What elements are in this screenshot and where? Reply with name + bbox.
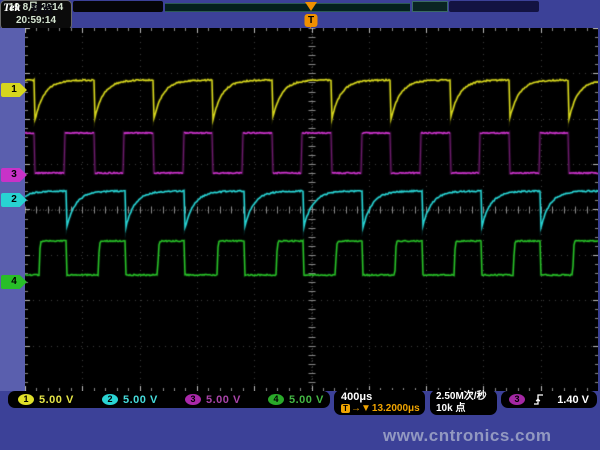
trigger-chip-icon: T <box>341 404 350 413</box>
readout-placeholder <box>73 1 163 12</box>
acquisition-readout[interactable]: 2.50M次/秒 10k 点 <box>430 390 497 415</box>
ch4-readout[interactable]: 4 5.00 V <box>268 393 324 406</box>
ch2-badge: 2 <box>102 394 118 405</box>
ch2-scale: 5.00 V <box>123 394 158 406</box>
ch3-readout[interactable]: 3 5.00 V <box>185 393 241 406</box>
acquisition-status: 预览 <box>31 1 53 17</box>
waveform-canvas <box>25 28 598 391</box>
horizontal-readout[interactable]: 400μs T →▼ 13.2000μs <box>334 390 425 415</box>
record-length: 10k 点 <box>436 403 497 415</box>
top-status-bar: Tek 预览 <box>0 0 600 28</box>
delay-value: 13.2000μs <box>372 403 420 414</box>
readout-placeholder <box>165 3 410 12</box>
ch1-scale: 5.00 V <box>39 394 74 406</box>
oscilloscope-screen: Tek 预览 T 1 3 2 4 1 5.00 V 2 5.00 V 3 5.0… <box>0 0 600 450</box>
ch1-badge: 1 <box>18 394 34 405</box>
trigger-t-marker[interactable]: T <box>305 14 318 27</box>
ch3-badge: 3 <box>185 394 201 405</box>
ch4-scale: 5.00 V <box>289 394 324 406</box>
trigger-level: 1.40 V <box>557 394 589 406</box>
readout-placeholder <box>412 1 448 12</box>
ch2-readout[interactable]: 2 5.00 V <box>102 393 158 406</box>
ch3-scale: 5.00 V <box>206 394 241 406</box>
sample-rate: 2.50M次/秒 <box>436 391 497 403</box>
rising-edge-icon <box>533 393 544 406</box>
left-margin <box>0 28 25 391</box>
time-per-div: 400μs <box>341 391 425 403</box>
channel-scale-readout: 1 5.00 V 2 5.00 V 3 5.00 V 4 5.00 V <box>8 391 330 408</box>
ch4-badge: 4 <box>268 394 284 405</box>
ch1-readout[interactable]: 1 5.00 V <box>18 393 74 406</box>
trigger-readout[interactable]: 3 1.40 V <box>501 391 597 408</box>
waveform-display <box>25 28 598 391</box>
trigger-source-badge: 3 <box>509 394 525 405</box>
watermark: www.cntronics.com <box>383 426 551 446</box>
readout-placeholder <box>449 1 539 12</box>
delay-arrow-icon: →▼ <box>351 403 371 414</box>
tek-logo: Tek <box>3 0 21 15</box>
